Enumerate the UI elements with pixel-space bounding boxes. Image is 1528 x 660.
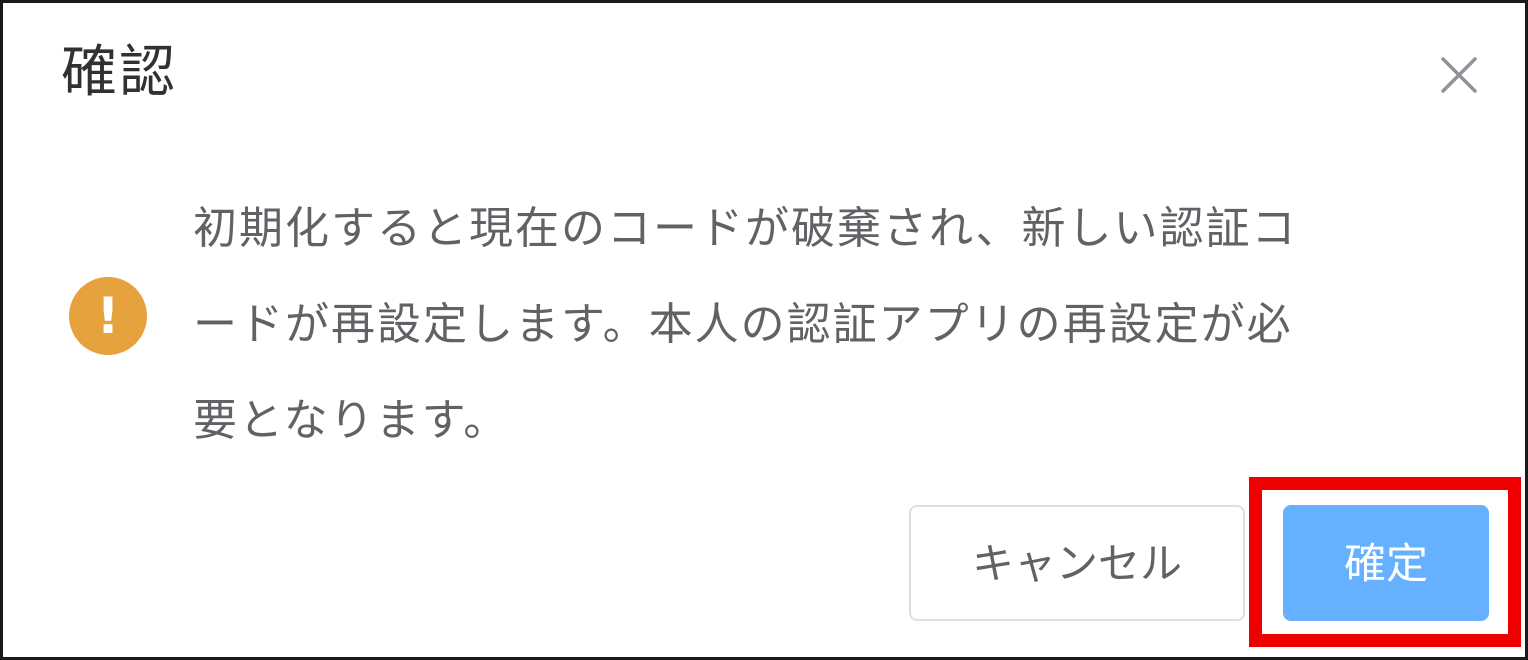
message-line: ードが再設定します。本人の認証アプリの再設定が必 (193, 299, 1293, 350)
dialog-message: 初期化すると現在のコードが破棄され、新しい認証コ ードが再設定します。本人の認証… (193, 181, 1443, 469)
close-icon (1441, 57, 1477, 93)
dialog-title: 確認 (61, 40, 177, 105)
confirm-button[interactable]: 確定 (1283, 505, 1489, 621)
confirm-dialog: 確認 ! 初期化すると現在のコードが破棄され、新しい認証コ ードが再設定します。… (0, 0, 1528, 660)
message-line: 初期化すると現在のコードが破棄され、新しい認証コ (193, 203, 1298, 254)
warning-icon: ! (69, 277, 147, 355)
close-button[interactable] (1431, 47, 1487, 103)
cancel-button[interactable]: キャンセル (909, 505, 1245, 621)
message-line: 要となります。 (193, 395, 510, 446)
